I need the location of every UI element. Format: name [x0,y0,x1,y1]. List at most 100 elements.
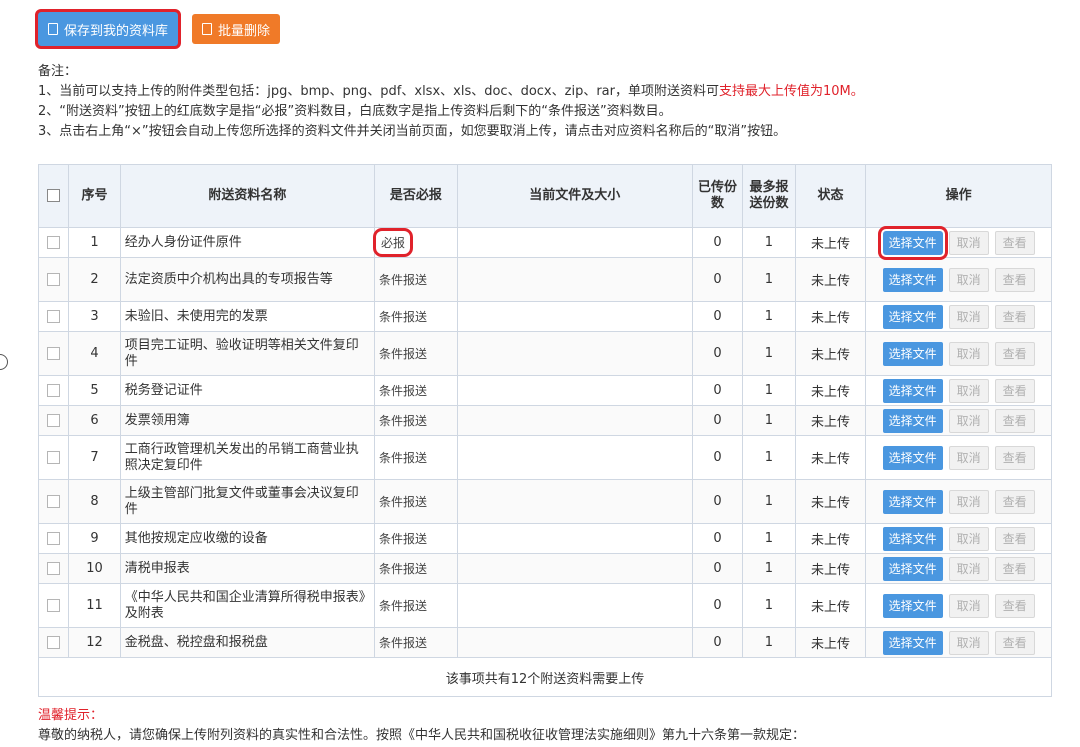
view-button[interactable]: 查看 [994,593,1035,618]
choose-file-button[interactable]: 选择文件 [882,556,943,581]
row-actions: 选择文件 取消 查看 [865,479,1052,524]
row-status: 未上传 [794,301,867,332]
row-required-cell: 条件报送 [373,257,458,302]
table-row: 9 其他按规定应收缴的设备 条件报送 0 1 未上传 选择文件 取消 查看 [37,523,1052,554]
table-row: 8 上级主管部门批复文件或董事会决议复印件 条件报送 0 1 未上传 选择文件 取消 查看 [37,479,1052,524]
row-current-file [456,479,693,524]
row-name: 税务登记证件 [119,375,375,406]
row-required: 条件报送 [378,451,427,465]
cancel-button[interactable]: 取消 [948,556,989,581]
cancel-button[interactable]: 取消 [948,445,989,470]
row-status: 未上传 [794,553,867,584]
choose-file-button[interactable]: 选择文件 [882,304,943,329]
cancel-button[interactable]: 取消 [948,526,989,551]
row-checkbox[interactable] [47,495,61,508]
row-max: 1 [742,405,796,436]
row-current-file [456,227,693,258]
cancel-button[interactable]: 取消 [948,378,989,403]
view-button[interactable]: 查看 [994,408,1035,433]
row-checkbox[interactable] [47,273,61,286]
row-checkbox[interactable] [47,236,61,249]
cancel-button[interactable]: 取消 [948,593,989,618]
notes-line-3: 3、点击右上角“×”按钮会自动上传您所选择的资料文件并关闭当前页面，如您要取消上… [38,124,787,139]
row-required: 条件报送 [378,414,427,428]
row-uploaded: 0 [691,435,744,480]
batch-delete-button[interactable]: 批量删除 [192,14,281,44]
row-actions: 选择文件 取消 查看 [865,435,1052,480]
row-required: 条件报送 [378,562,427,576]
row-checkbox-cell [37,375,70,406]
choose-file-button[interactable]: 选择文件 [882,630,943,655]
row-seq: 7 [68,435,121,480]
cancel-button[interactable]: 取消 [948,630,989,655]
choose-file-button[interactable]: 选择文件 [882,489,943,514]
view-button[interactable]: 查看 [994,526,1035,551]
row-required: 条件报送 [378,310,427,324]
view-button[interactable]: 查看 [994,630,1035,655]
choose-file-button[interactable]: 选择文件 [882,267,943,292]
row-max: 1 [742,331,796,376]
row-checkbox-cell [37,627,70,658]
row-name: 《中华人民共和国企业清算所得税申报表》及附表 [119,583,375,628]
header-name: 附送资料名称 [119,164,375,228]
view-button[interactable]: 查看 [994,341,1035,366]
cancel-button[interactable]: 取消 [948,267,989,292]
row-required: 条件报送 [378,273,427,287]
row-seq: 8 [68,479,121,524]
select-all-checkbox[interactable] [47,189,61,202]
row-actions: 选择文件 取消 查看 [865,301,1052,332]
view-button[interactable]: 查看 [994,489,1035,514]
cancel-button[interactable]: 取消 [948,489,989,514]
table-row: 7 工商行政管理机关发出的吊销工商营业执照决定复印件 条件报送 0 1 未上传 选择文件 取消… [37,435,1052,480]
row-current-file [456,583,693,628]
tip-title: 温馨提示： [38,708,104,723]
choose-file-button[interactable]: 选择文件 [882,378,943,403]
row-checkbox[interactable] [47,532,61,545]
choose-file-button[interactable]: 选择文件 [882,593,943,618]
view-button[interactable]: 查看 [994,445,1035,470]
cancel-button[interactable]: 取消 [948,230,989,255]
row-required-cell: 条件报送 [373,375,458,406]
row-checkbox-cell [37,257,70,302]
header-current-file: 当前文件及大小 [456,164,693,228]
row-checkbox[interactable] [47,562,61,575]
view-button[interactable]: 查看 [994,378,1035,403]
table-footer-text: 该事项共有12个附送资料需要上传 [38,657,1052,697]
choose-file-button[interactable]: 选择文件 [882,408,943,433]
row-max: 1 [742,583,796,628]
view-button[interactable]: 查看 [994,304,1035,329]
choose-file-button[interactable]: 选择文件 [877,225,948,260]
save-to-library-button[interactable]: 保存到我的资料库 [34,9,182,49]
batch-delete-label: 批量删除 [218,22,271,38]
view-button[interactable]: 查看 [994,230,1035,255]
view-button[interactable]: 查看 [994,267,1035,292]
row-checkbox[interactable] [47,636,61,649]
row-checkbox[interactable] [47,347,61,360]
cancel-button[interactable]: 取消 [948,408,989,433]
row-status: 未上传 [794,405,867,436]
row-checkbox[interactable] [47,451,61,464]
cancel-button[interactable]: 取消 [948,304,989,329]
row-checkbox[interactable] [47,599,61,612]
row-status: 未上传 [794,257,867,302]
choose-file-button[interactable]: 选择文件 [882,526,943,551]
row-uploaded: 0 [691,331,744,376]
row-actions: 选择文件 取消 查看 [865,405,1052,436]
row-status: 未上传 [794,627,867,658]
cancel-button[interactable]: 取消 [948,341,989,366]
header-status: 状态 [794,164,867,228]
row-checkbox[interactable] [47,310,61,323]
table-row: 11 《中华人民共和国企业清算所得税申报表》及附表 条件报送 0 1 未上传 选择文件 取消查… [37,583,1052,628]
row-status: 未上传 [794,435,867,480]
row-checkbox-cell [37,553,70,584]
save-to-library-label: 保存到我的资料库 [64,22,169,38]
row-name: 其他按规定应收缴的设备 [119,523,375,554]
choose-file-button[interactable]: 选择文件 [882,445,943,470]
choose-file-button[interactable]: 选择文件 [882,341,943,366]
row-required: 条件报送 [378,532,427,546]
view-button[interactable]: 查看 [994,556,1035,581]
row-max: 1 [742,375,796,406]
row-checkbox[interactable] [47,384,61,397]
row-checkbox[interactable] [47,414,61,427]
row-max: 1 [742,523,796,554]
